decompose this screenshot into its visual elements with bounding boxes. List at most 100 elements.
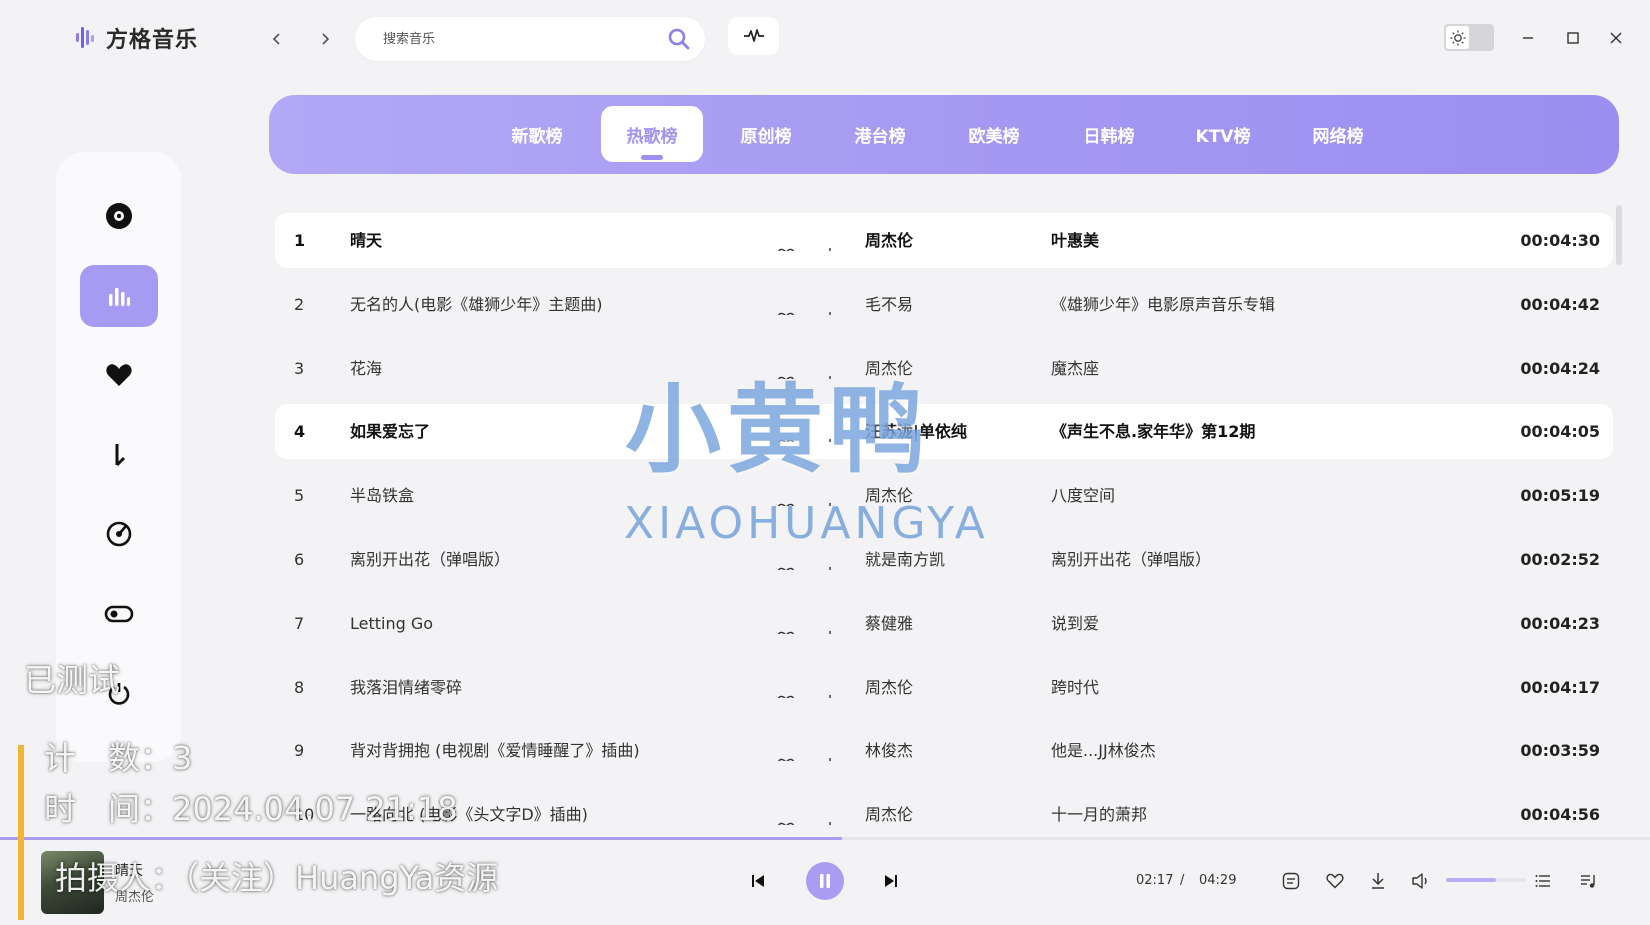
play-pause-button[interactable] [806, 862, 844, 900]
close-button[interactable] [1604, 26, 1628, 50]
sidebar-item-radar[interactable] [80, 503, 158, 565]
search-icon[interactable] [667, 27, 691, 55]
volume-slider[interactable] [1446, 878, 1526, 882]
sidebar-item-settings[interactable] [80, 583, 158, 645]
download-arrow-icon[interactable] [822, 614, 842, 634]
heart-outline-icon[interactable] [777, 550, 797, 570]
song-album[interactable]: 八度空间 [1051, 468, 1531, 523]
forward-button[interactable] [312, 26, 338, 52]
pause-icon [820, 874, 830, 888]
chart-bars-icon [109, 288, 130, 306]
app-name: 方格音乐 [106, 28, 199, 53]
tab-original[interactable]: 原创榜 [716, 106, 816, 162]
song-album[interactable]: 《声生不息.家年华》第12期 [1051, 404, 1531, 459]
song-number: 8 [294, 677, 305, 697]
toggle-icon [104, 605, 134, 623]
song-number: 7 [294, 613, 305, 633]
song-album[interactable]: 《雄狮少年》电影原声音乐专辑 [1051, 277, 1531, 332]
song-album[interactable]: 十一月的萧邦 [1051, 787, 1531, 838]
download-arrow-icon[interactable] [822, 678, 842, 698]
sidebar-item-downloads[interactable] [80, 424, 158, 486]
download-arrow-icon[interactable] [822, 550, 842, 570]
minimize-button[interactable] [1516, 26, 1540, 50]
tab-hot[interactable]: 热歌榜 [601, 106, 703, 162]
tab-western[interactable]: 欧美榜 [944, 106, 1044, 162]
heart-outline-icon[interactable] [777, 741, 797, 762]
maximize-icon [1567, 32, 1579, 44]
previous-button[interactable] [746, 869, 770, 893]
tab-new[interactable]: 新歌榜 [487, 106, 587, 162]
search-input[interactable] [381, 30, 655, 48]
song-artist[interactable]: 蔡健雅 [865, 596, 1035, 651]
song-artist[interactable]: 周杰伦 [865, 660, 1035, 715]
heart-outline-icon[interactable] [777, 678, 797, 698]
song-artist[interactable]: 周杰伦 [865, 213, 1035, 268]
song-row[interactable]: 8 我落泪情绪零碎 周杰伦 跨时代 00:04:17 [275, 660, 1613, 715]
heart-outline-icon[interactable] [777, 295, 797, 315]
song-row[interactable]: 3 花海 周杰伦 魔杰座 00:04:24 [275, 341, 1613, 396]
song-artist[interactable]: 毛不易 [865, 277, 1035, 332]
back-button[interactable] [264, 26, 290, 52]
download-arrow-icon[interactable] [822, 805, 842, 826]
heart-outline-icon[interactable] [777, 805, 797, 826]
song-row[interactable]: 7 Letting Go 蔡健雅 说到爱 00:04:23 [275, 596, 1613, 651]
next-button[interactable] [879, 869, 903, 893]
download-arrow-icon[interactable] [822, 741, 842, 762]
speaker-icon [1412, 873, 1427, 889]
list-icon [1535, 875, 1550, 887]
queue-music-icon [1581, 875, 1595, 888]
tab-hk-tw[interactable]: 港台榜 [830, 106, 930, 162]
song-album[interactable]: 他是...JJ林俊杰 [1051, 723, 1531, 778]
tab-jp-kr[interactable]: 日韩榜 [1059, 106, 1159, 162]
song-duration: 00:04:17 [1520, 677, 1600, 697]
sidebar-item-discover[interactable] [80, 185, 158, 247]
lyrics-button[interactable] [1279, 869, 1303, 893]
song-duration: 00:04:30 [1520, 231, 1600, 250]
song-number: 6 [294, 550, 305, 569]
overlay-time: 时 间：2024.04.07 21:18 [44, 790, 458, 828]
song-album[interactable]: 说到爱 [1051, 596, 1531, 651]
song-row[interactable]: 4 如果爱忘了 汪苏泷|单依纯 《声生不息.家年华》第12期 00:04:05 [275, 404, 1613, 460]
song-title: 晴天 [350, 231, 383, 250]
song-album[interactable]: 魔杰座 [1051, 341, 1531, 396]
active-tab-indicator [641, 155, 663, 160]
song-album[interactable]: 叶惠美 [1051, 213, 1531, 268]
theme-toggle[interactable] [1444, 24, 1494, 51]
download-button[interactable] [1366, 869, 1390, 893]
volume-fill [1446, 878, 1496, 882]
like-button[interactable] [1323, 869, 1347, 893]
audio-wave-button[interactable] [728, 17, 779, 55]
radar-icon [106, 521, 132, 547]
song-row[interactable]: 1 晴天 周杰伦 叶惠美 00:04:30 [275, 213, 1613, 268]
chevron-right-icon [322, 33, 330, 45]
song-row[interactable]: 2 无名的人(电影《雄狮少年》主题曲) 毛不易 《雄狮少年》电影原声音乐专辑 00:04… [275, 277, 1613, 332]
song-artist[interactable]: 周杰伦 [865, 787, 1035, 838]
song-duration: 00:04:42 [1520, 294, 1600, 314]
song-title: 无名的人(电影《雄狮少年》主题曲) [350, 294, 603, 314]
heart-outline-icon[interactable] [777, 231, 797, 251]
song-duration: 00:05:19 [1520, 486, 1600, 506]
tab-network[interactable]: 网络榜 [1288, 106, 1388, 162]
maximize-button[interactable] [1561, 26, 1585, 50]
app-logo: 方格音乐 [76, 22, 198, 54]
playlist-button[interactable] [1531, 869, 1555, 893]
song-number: 4 [294, 422, 306, 442]
download-arrow-icon[interactable] [822, 231, 842, 251]
heart-outline-icon[interactable] [777, 614, 797, 634]
minimize-icon [1523, 37, 1533, 39]
song-row[interactable]: 9 背对背拥抱 (电视剧《爱情睡醒了》插曲) 林俊杰 他是...JJ林俊杰 00:03:… [275, 723, 1613, 778]
song-number: 5 [294, 486, 305, 506]
volume-button[interactable] [1409, 869, 1433, 893]
queue-button[interactable] [1577, 869, 1601, 893]
sidebar-item-charts[interactable] [80, 265, 158, 327]
song-duration: 00:04:24 [1520, 358, 1600, 378]
sidebar-item-favorites[interactable] [80, 344, 158, 406]
song-album[interactable]: 离别开出花（弹唱版） [1051, 532, 1531, 587]
tab-ktv[interactable]: KTV榜 [1173, 106, 1273, 162]
song-album[interactable]: 跨时代 [1051, 660, 1531, 715]
song-artist[interactable]: 林俊杰 [865, 723, 1035, 778]
download-arrow-icon[interactable] [822, 295, 842, 315]
scrollbar-thumb[interactable] [1616, 205, 1622, 265]
chevron-left-icon [272, 33, 280, 45]
song-row[interactable]: 10 一路向北 (电影《头文字D》插曲) 周杰伦 十一月的萧邦 00:04:56 [275, 787, 1613, 838]
